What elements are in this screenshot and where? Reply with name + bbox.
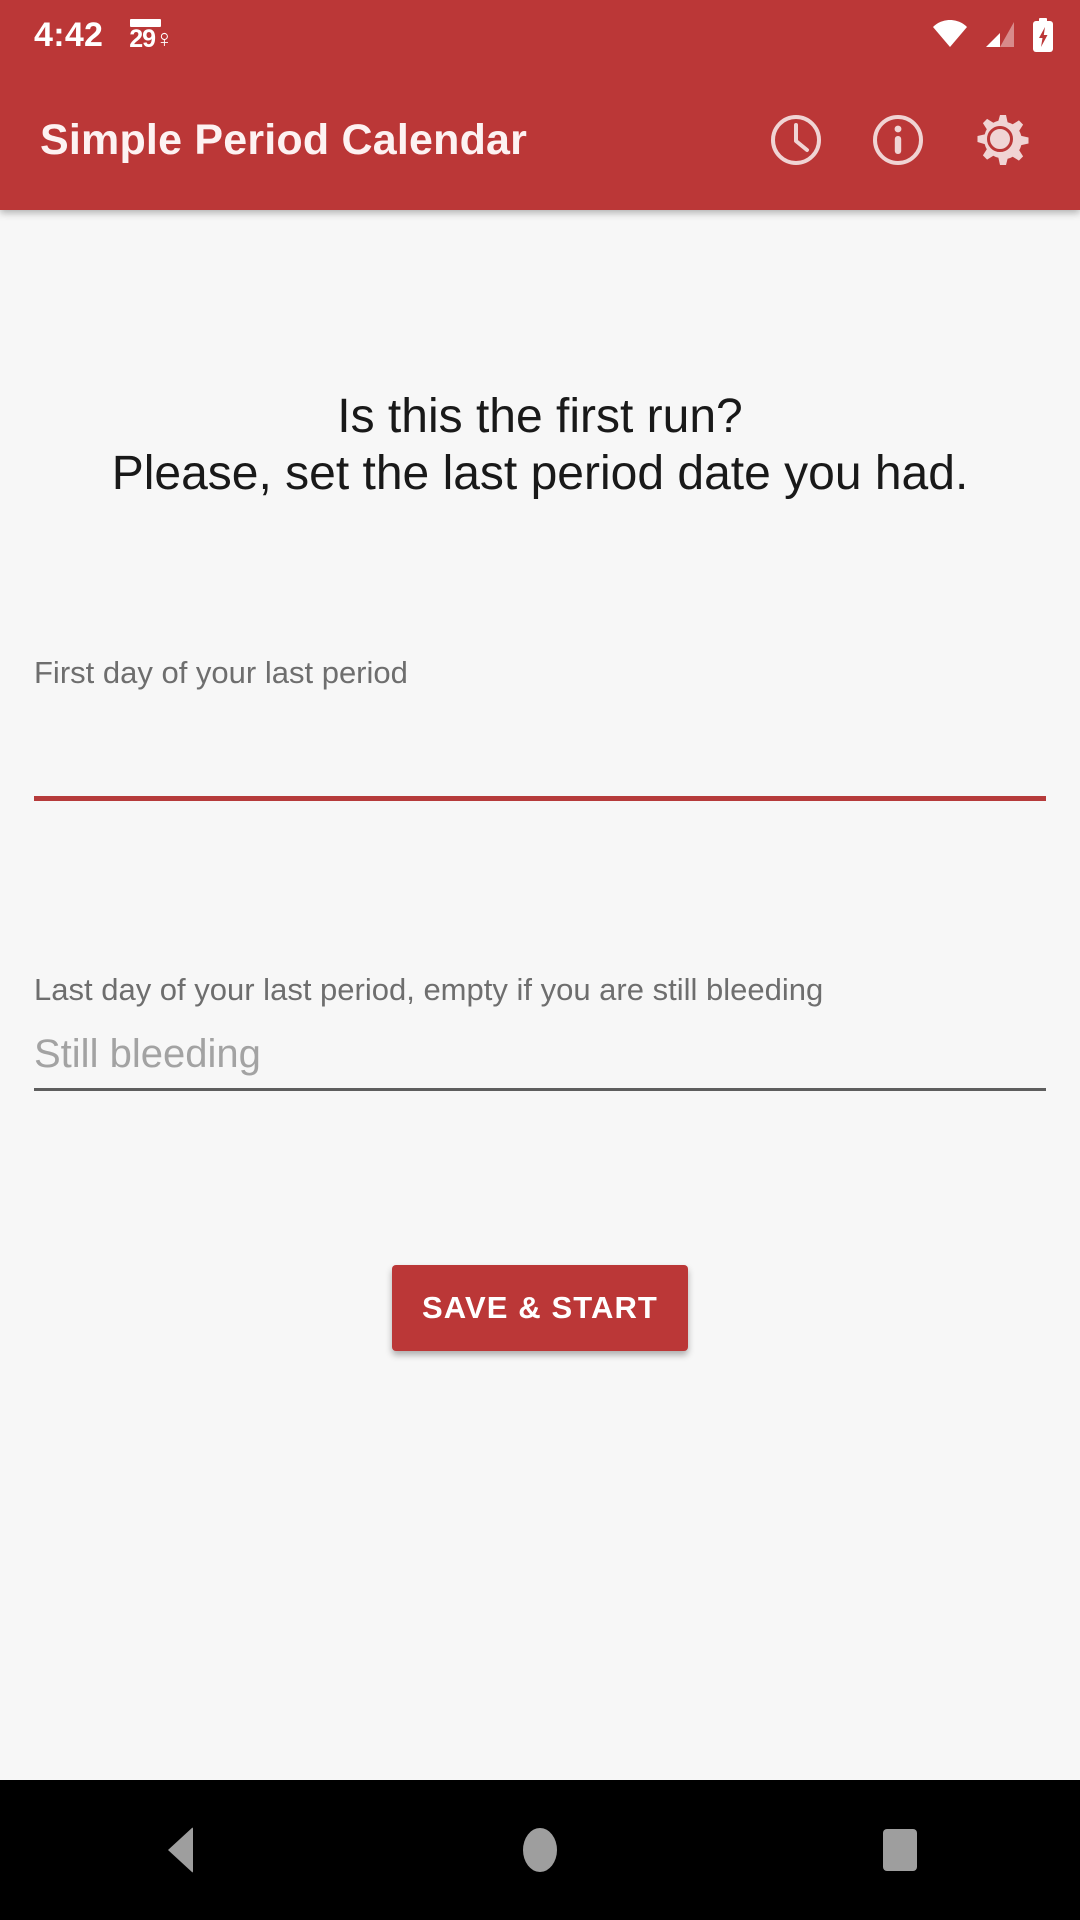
app-title: Simple Period Calendar bbox=[40, 115, 528, 164]
status-bar-clock: 4:42 bbox=[34, 16, 104, 54]
headline-line-1: Is this the first run? bbox=[337, 390, 743, 443]
main-content: Is this the first run? Please, set the l… bbox=[0, 210, 1080, 1780]
last-day-label: Last day of your last period, empty if y… bbox=[34, 972, 824, 1008]
info-button[interactable] bbox=[864, 106, 932, 174]
app-screen: 4:42 29♀ Simple Period Calendar Is this … bbox=[0, 0, 1080, 1920]
page-headline: Is this the first run? Please, set the l… bbox=[28, 388, 1052, 502]
square-recents-icon bbox=[883, 1829, 917, 1871]
app-bar-actions bbox=[762, 106, 1056, 174]
cellular-signal-icon bbox=[986, 22, 1014, 47]
recents-button[interactable] bbox=[825, 1780, 975, 1920]
info-circle-icon bbox=[873, 115, 923, 165]
status-bar-right bbox=[932, 18, 1054, 52]
first-day-field-group: First day of your last period bbox=[28, 654, 1052, 802]
history-clock-button[interactable] bbox=[762, 106, 830, 174]
android-navigation-bar bbox=[0, 1780, 1080, 1920]
app-bar: Simple Period Calendar bbox=[0, 70, 1080, 210]
settings-button[interactable] bbox=[966, 106, 1034, 174]
save-button-row: SAVE & START bbox=[28, 1264, 1052, 1351]
first-day-label: First day of your last period bbox=[34, 655, 408, 691]
home-button[interactable] bbox=[465, 1780, 615, 1920]
save-and-start-button[interactable]: SAVE & START bbox=[392, 1264, 688, 1351]
status-bar-left: 4:42 29♀ bbox=[34, 16, 174, 54]
period-day-count-notification-icon: 29♀ bbox=[129, 17, 174, 53]
battery-charging-icon bbox=[1033, 18, 1053, 52]
status-bar: 4:42 29♀ bbox=[0, 0, 1080, 70]
triangle-back-icon bbox=[167, 1827, 193, 1873]
notification-icon-label: 29♀ bbox=[129, 25, 174, 53]
gear-icon bbox=[977, 115, 1029, 165]
back-button[interactable] bbox=[105, 1780, 255, 1920]
first-day-input[interactable] bbox=[34, 747, 1046, 802]
last-day-field-group: Last day of your last period, empty if y… bbox=[28, 971, 1052, 1091]
wifi-icon bbox=[933, 20, 967, 47]
headline-line-2: Please, set the last period date you had… bbox=[111, 447, 969, 501]
clock-icon bbox=[771, 115, 821, 165]
circle-home-icon bbox=[523, 1828, 557, 1872]
last-day-input[interactable] bbox=[34, 1026, 1046, 1091]
